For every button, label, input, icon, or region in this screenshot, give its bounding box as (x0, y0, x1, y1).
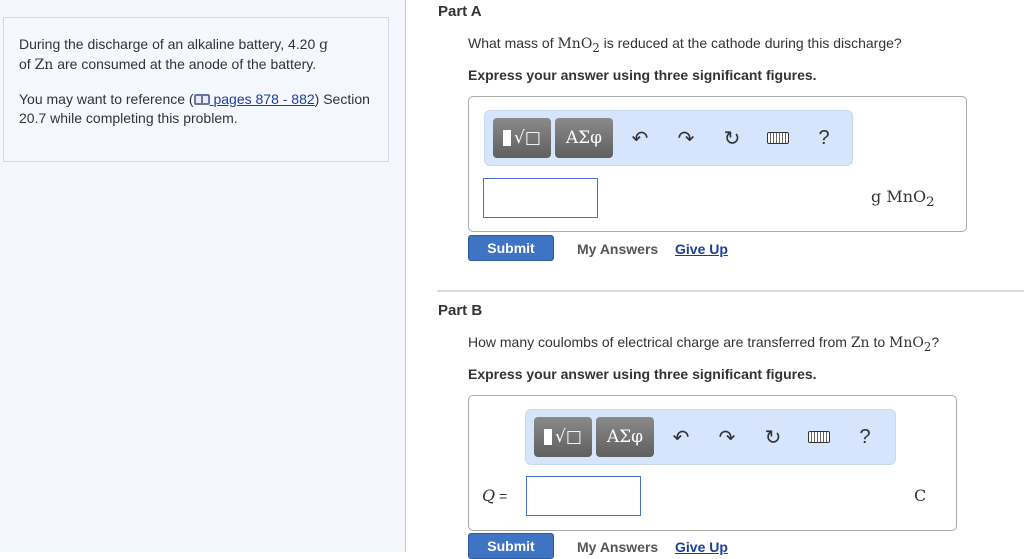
undo-icon[interactable]: ↶ (658, 425, 704, 450)
part-b-title: Part B (438, 302, 483, 319)
left-column: During the discharge of an alkaline batt… (0, 0, 406, 552)
part-b-instruction: Express your answer using three signific… (468, 366, 817, 382)
greek-symbols-button[interactable]: ΑΣφ (596, 417, 654, 457)
help-icon[interactable]: ? (801, 127, 847, 150)
part-b-unit: C (914, 486, 927, 505)
reference-text: You may want to reference ( pages 878 - … (19, 91, 370, 126)
greek-symbols-button[interactable]: ΑΣφ (555, 118, 613, 158)
keyboard-icon[interactable] (755, 127, 801, 150)
part-b-math-toolbar: √□ ΑΣφ ↶ ↷ ↻ ? (525, 409, 896, 465)
intro-text: During the discharge of an alkaline batt… (19, 36, 329, 73)
part-b-my-answers-link[interactable]: My Answers (577, 539, 658, 555)
part-b-answer-input[interactable] (526, 476, 641, 516)
book-icon (193, 94, 210, 105)
templates-button[interactable]: √□ (493, 118, 551, 158)
part-b-question: How many coulombs of electrical charge a… (468, 334, 940, 354)
problem-intro: During the discharge of an alkaline batt… (3, 17, 389, 162)
part-a-give-up-link[interactable]: Give Up (675, 241, 728, 257)
textbook-link[interactable]: pages 878 - 882 (193, 91, 315, 107)
templates-button[interactable]: √□ (534, 417, 592, 457)
redo-icon[interactable]: ↷ (663, 126, 709, 151)
part-a-answer-input[interactable] (483, 178, 598, 218)
help-icon[interactable]: ? (842, 426, 888, 449)
part-a-question: What mass of MnO2 is reduced at the cath… (468, 35, 902, 55)
part-b-submit-button[interactable]: Submit (468, 533, 554, 559)
part-a-title: Part A (438, 3, 482, 20)
keyboard-icon[interactable] (796, 426, 842, 449)
part-a-instruction: Express your answer using three signific… (468, 67, 817, 83)
part-a-my-answers-link[interactable]: My Answers (577, 241, 658, 257)
part-a-unit: g MnO2 (871, 187, 935, 211)
reset-icon[interactable]: ↻ (750, 425, 796, 450)
charge-variable-label: Q = (482, 486, 508, 505)
part-divider (437, 290, 1024, 292)
reset-icon[interactable]: ↻ (709, 126, 755, 151)
redo-icon[interactable]: ↷ (704, 425, 750, 450)
part-a-submit-button[interactable]: Submit (468, 235, 554, 261)
part-b-give-up-link[interactable]: Give Up (675, 539, 728, 555)
undo-icon[interactable]: ↶ (617, 126, 663, 151)
part-a-math-toolbar: √□ ΑΣφ ↶ ↷ ↻ ? (484, 110, 853, 166)
